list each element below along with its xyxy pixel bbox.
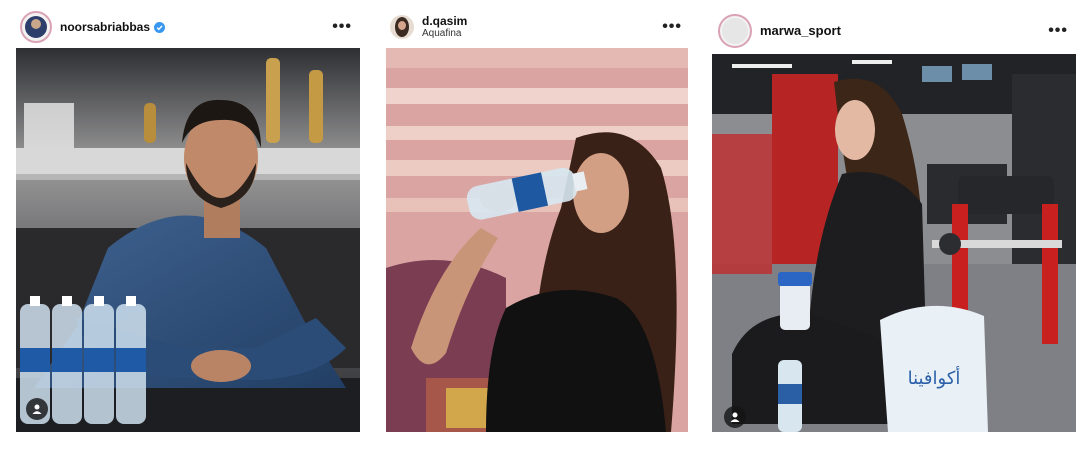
user-tag-icon[interactable] [724,406,746,428]
username[interactable]: d.qasim [422,14,467,28]
post-meta: d.qasim Aquafina [422,14,467,40]
photo-illustration [16,48,360,432]
post-card: noorsabriabbas ••• [16,8,360,436]
post-card: marwa_sport ••• أكوافينا [712,8,1076,436]
post-header: marwa_sport ••• [712,8,1076,54]
verified-badge-icon [154,21,166,33]
more-options-button[interactable]: ••• [662,19,682,35]
post-photo[interactable] [16,48,360,432]
post-meta: marwa_sport [760,24,841,38]
photo-illustration: أكوافينا [712,54,1076,432]
avatar[interactable] [20,11,52,43]
more-options-button[interactable]: ••• [1048,23,1068,39]
photo-illustration [386,48,688,432]
more-options-button[interactable]: ••• [332,19,352,35]
post-photo[interactable] [386,48,688,432]
avatar[interactable] [390,15,414,39]
username-text[interactable]: noorsabriabbas [60,20,150,34]
post-meta: noorsabriabbas [60,20,166,34]
username[interactable]: noorsabriabbas [60,20,166,34]
user-tag-icon[interactable] [26,398,48,420]
post-card: d.qasim Aquafina ••• [386,8,688,436]
post-header: d.qasim Aquafina ••• [386,8,688,46]
post-header: noorsabriabbas ••• [16,8,360,46]
username[interactable]: marwa_sport [760,24,841,38]
post-photo[interactable]: أكوافينا [712,54,1076,432]
location-label[interactable]: Aquafina [422,28,467,40]
avatar[interactable] [718,14,752,48]
bag-brand-text: أكوافينا [908,366,961,389]
